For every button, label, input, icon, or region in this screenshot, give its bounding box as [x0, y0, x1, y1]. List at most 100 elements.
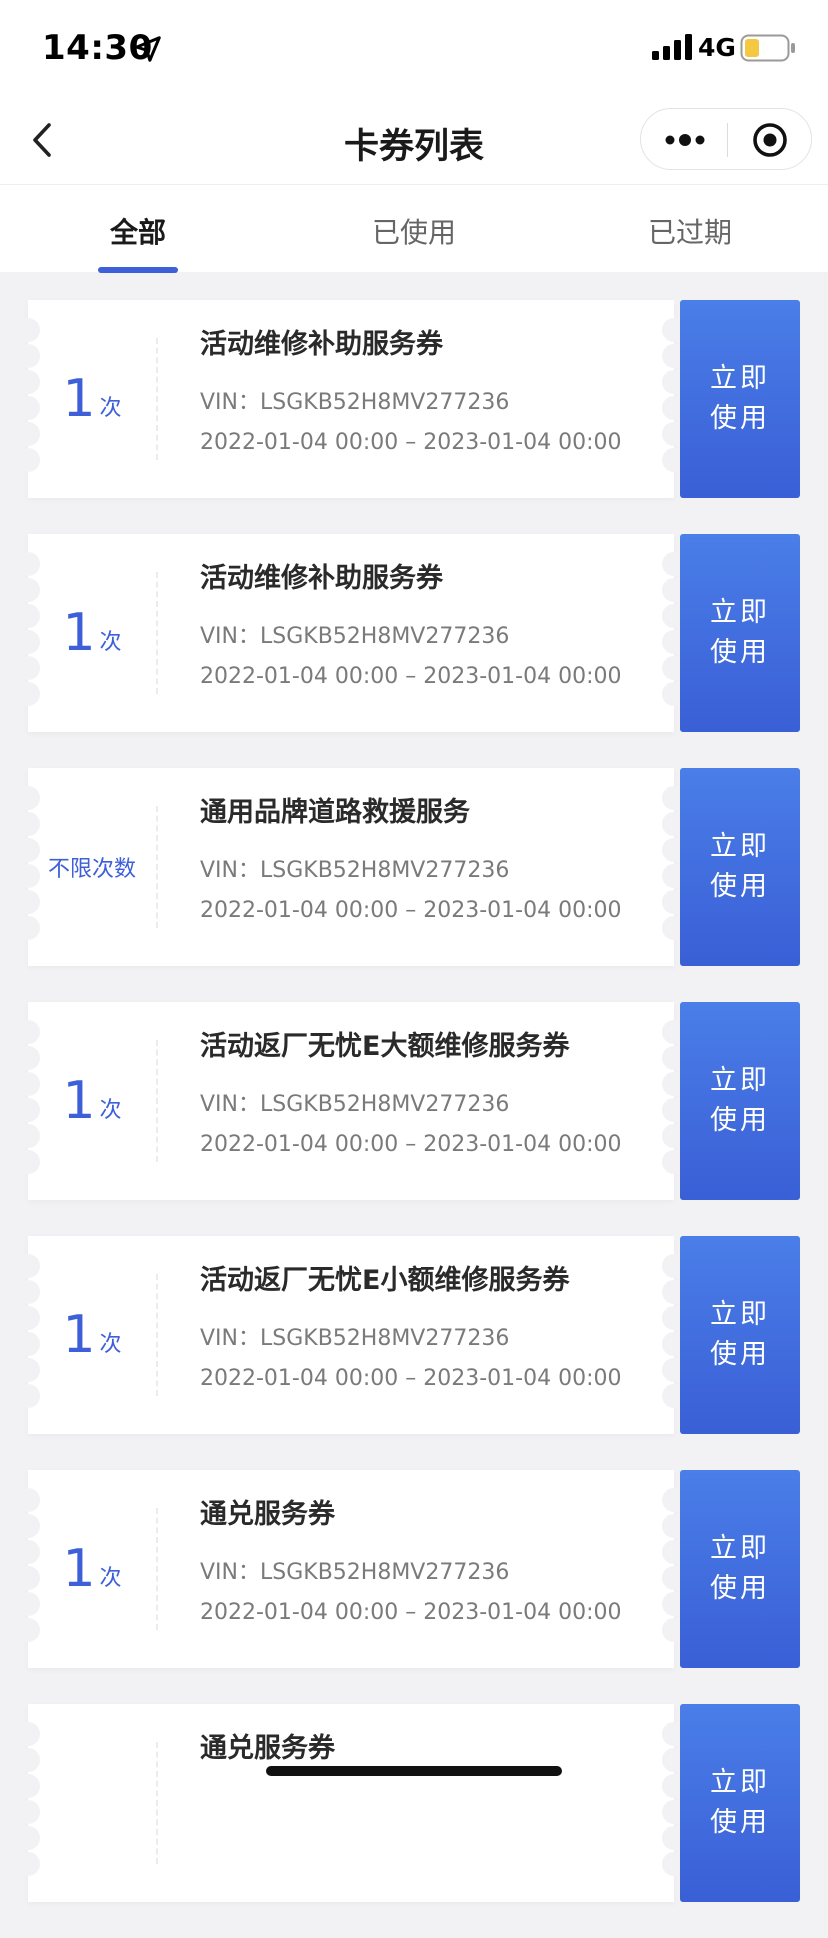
use-now-button[interactable]: 立即使用 [680, 1002, 800, 1200]
coupon-title: 活动维修补助服务券 [200, 563, 443, 594]
coupon-body: 不限次数 通用品牌道路救援服务 VIN：LSGKB52H8MV277236 20… [16, 768, 686, 966]
count-unit: 次 [99, 396, 122, 421]
ticket-notch [16, 1618, 40, 1642]
dashed-divider [156, 1742, 158, 1864]
coupon-validity: 2022-01-04 00:00 – 2023-01-04 00:00 [200, 1132, 622, 1157]
tab-bar: 全部 已使用 已过期 [0, 184, 828, 273]
coupon-title: 活动返厂无忧E小额维修服务券 [200, 1265, 570, 1296]
count-number: 1 [62, 369, 96, 429]
coupon-body: 1 次 活动返厂无忧E大额维修服务券 VIN：LSGKB52H8MV277236… [16, 1002, 686, 1200]
use-now-label: 立即使用 [710, 597, 770, 668]
coupon-card: 1 次 活动返厂无忧E大额维修服务券 VIN：LSGKB52H8MV277236… [0, 1002, 828, 1200]
usage-count: 1 次 [28, 1470, 156, 1668]
coupon-card: 1 次 活动维修补助服务券 VIN：LSGKB52H8MV277236 2022… [0, 300, 828, 498]
ticket-notch [16, 1046, 40, 1070]
ticket-notch [16, 786, 40, 810]
use-now-button[interactable]: 立即使用 [680, 534, 800, 732]
use-now-label: 立即使用 [710, 1533, 770, 1604]
coupon-body: 1 次 活动返厂无忧E小额维修服务券 VIN：LSGKB52H8MV277236… [16, 1236, 686, 1434]
tab-expired[interactable]: 已过期 [552, 211, 828, 251]
ticket-notch [16, 812, 40, 836]
use-now-label: 立即使用 [710, 1065, 770, 1136]
tab-used[interactable]: 已使用 [276, 211, 552, 251]
ticket-notch [16, 1306, 40, 1330]
ticket-notch [16, 1254, 40, 1278]
nav-bar: 卡券列表 [0, 96, 828, 184]
use-now-label: 立即使用 [710, 831, 770, 902]
home-indicator [266, 1766, 562, 1776]
use-now-button[interactable]: 立即使用 [680, 1470, 800, 1668]
use-now-button[interactable]: 立即使用 [680, 300, 800, 498]
count-number: 1 [62, 1539, 96, 1599]
ticket-notch [16, 604, 40, 628]
coupon-body: 1 次 活动维修补助服务券 VIN：LSGKB52H8MV277236 2022… [16, 300, 686, 498]
ticket-notch [16, 1358, 40, 1382]
coupon-vin: VIN：LSGKB52H8MV277236 [200, 390, 510, 415]
ticket-notch [16, 1072, 40, 1096]
target-circle-icon[interactable] [728, 109, 812, 171]
use-now-button[interactable]: 立即使用 [680, 768, 800, 966]
more-dots-icon[interactable] [641, 109, 727, 171]
ticket-notch [16, 1098, 40, 1122]
ticket-notch [16, 838, 40, 862]
ticket-notch [16, 1488, 40, 1512]
tab-all[interactable]: 全部 [0, 211, 276, 251]
usage-count: 1 次 [28, 1002, 156, 1200]
ticket-notch [16, 1592, 40, 1616]
coupon-card: 通兑服务券 立即使用 [0, 1704, 828, 1902]
coupon-validity: 2022-01-04 00:00 – 2023-01-04 00:00 [200, 898, 622, 923]
status-bar: 14:30 4G [0, 0, 828, 96]
use-now-label: 立即使用 [710, 1299, 770, 1370]
ticket-notch [16, 1852, 40, 1876]
use-now-button[interactable]: 立即使用 [680, 1704, 800, 1902]
ticket-notch [16, 344, 40, 368]
network-label: 4G [698, 33, 736, 62]
dashed-divider [156, 1274, 158, 1396]
coupon-validity: 2022-01-04 00:00 – 2023-01-04 00:00 [200, 430, 622, 455]
coupon-list: 1 次 活动维修补助服务券 VIN：LSGKB52H8MV277236 2022… [0, 300, 828, 1938]
ticket-notch [16, 578, 40, 602]
ticket-notch [16, 1020, 40, 1044]
ticket-notch [16, 552, 40, 576]
use-now-label: 立即使用 [710, 363, 770, 434]
ticket-notch [16, 1826, 40, 1850]
ticket-notch [16, 864, 40, 888]
dashed-divider [156, 1508, 158, 1630]
ticket-notch [16, 1280, 40, 1304]
coupon-validity: 2022-01-04 00:00 – 2023-01-04 00:00 [200, 1600, 622, 1625]
coupon-title: 通兑服务券 [200, 1499, 335, 1530]
ticket-notch [16, 630, 40, 654]
ticket-notch [16, 890, 40, 914]
location-arrow-icon [135, 36, 161, 62]
count-unit: 次 [99, 1332, 122, 1357]
usage-count: 1 次 [28, 534, 156, 732]
dashed-divider [156, 338, 158, 460]
ticket-notch [16, 1566, 40, 1590]
dashed-divider [156, 572, 158, 694]
ticket-notch [16, 422, 40, 446]
count-number: 1 [62, 1305, 96, 1365]
usage-count: 1 次 [28, 1236, 156, 1434]
count-number: 1 [62, 603, 96, 663]
use-now-label: 立即使用 [710, 1767, 770, 1838]
coupon-vin: VIN：LSGKB52H8MV277236 [200, 1560, 510, 1585]
coupon-card: 1 次 活动返厂无忧E小额维修服务券 VIN：LSGKB52H8MV277236… [0, 1236, 828, 1434]
usage-count: 1 次 [28, 300, 156, 498]
coupon-validity: 2022-01-04 00:00 – 2023-01-04 00:00 [200, 664, 622, 689]
usage-count: 不限次数 [28, 768, 156, 966]
coupon-validity: 2022-01-04 00:00 – 2023-01-04 00:00 [200, 1366, 622, 1391]
coupon-title: 活动返厂无忧E大额维修服务券 [200, 1031, 570, 1062]
count-unit: 次 [99, 1566, 122, 1591]
coupon-vin: VIN：LSGKB52H8MV277236 [200, 1092, 510, 1117]
coupon-vin: VIN：LSGKB52H8MV277236 [200, 858, 510, 883]
count-unlimited: 不限次数 [47, 857, 136, 882]
use-now-button[interactable]: 立即使用 [680, 1236, 800, 1434]
ticket-notch [16, 1124, 40, 1148]
coupon-body: 1 次 通兑服务券 VIN：LSGKB52H8MV277236 2022-01-… [16, 1470, 686, 1668]
coupon-vin: VIN：LSGKB52H8MV277236 [200, 624, 510, 649]
dashed-divider [156, 806, 158, 928]
ticket-notch [16, 318, 40, 342]
coupon-title: 通兑服务券 [200, 1733, 335, 1764]
mini-program-capsule [640, 108, 812, 170]
ticket-notch [16, 1384, 40, 1408]
